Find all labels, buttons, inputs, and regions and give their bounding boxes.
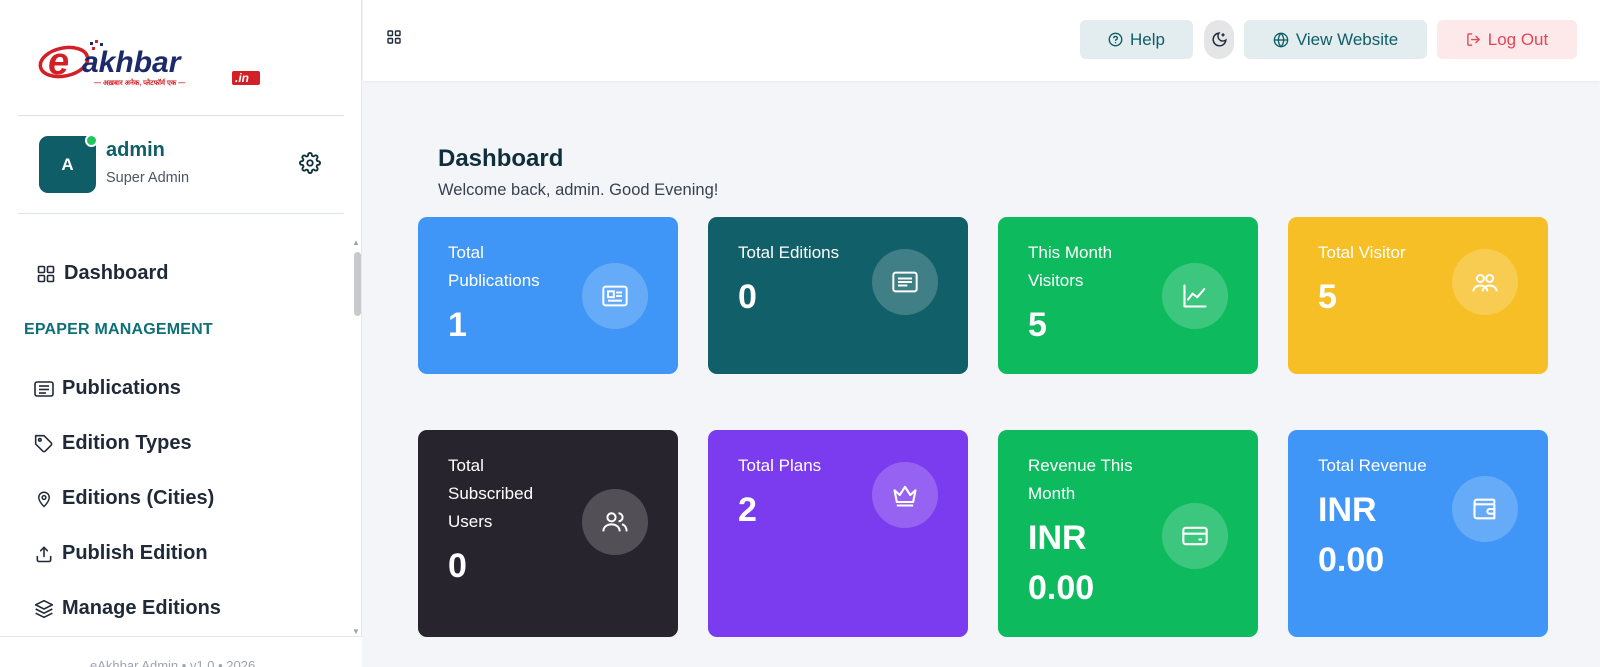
nav-section-epaper: EPAPER MANAGEMENT xyxy=(24,321,213,338)
stat-card-value: 1 xyxy=(448,306,467,344)
brand-name: akhbar xyxy=(82,46,183,79)
stat-card-value: INR 0.00 xyxy=(1318,491,1385,579)
sidebar-item-label: Publications xyxy=(62,377,181,399)
stat-card-label: Total Revenue xyxy=(1318,456,1427,475)
tag-icon xyxy=(34,434,54,454)
upload-icon xyxy=(34,544,54,564)
page-title: Dashboard xyxy=(438,145,564,172)
sidebar-item-publish-edition[interactable]: Publish Edition xyxy=(34,542,208,565)
help-label: Help xyxy=(1130,29,1165,49)
users-icon xyxy=(582,489,648,555)
scroll-up-arrow-icon[interactable]: ▲ xyxy=(352,238,360,247)
scrollbar-thumb[interactable] xyxy=(354,252,361,316)
stat-card-total-subscribed-users[interactable]: Total Subscribed Users 0 xyxy=(418,430,678,637)
view-website-label: View Website xyxy=(1295,29,1399,49)
sidebar-item-label: Dashboard xyxy=(64,262,169,284)
sidebar-item-edition-types[interactable]: Edition Types xyxy=(34,432,192,455)
wallet-icon xyxy=(1452,476,1518,542)
profile-settings-button[interactable] xyxy=(297,150,323,176)
topbar: Help View Website Log Out xyxy=(363,0,1600,81)
stat-card-label: Total Visitor xyxy=(1318,243,1406,262)
page-subtitle: Welcome back, admin. Good Evening! xyxy=(438,181,719,199)
gear-icon xyxy=(299,152,321,174)
brand-logo[interactable]: e akhbar — अख़बार अनेक, प्लेटफॉर्म एक — … xyxy=(38,38,268,90)
sidebar: e akhbar — अख़बार अनेक, प्लेटफॉर्म एक — … xyxy=(0,0,362,667)
list-icon xyxy=(872,249,938,315)
grid-icon xyxy=(387,30,401,44)
brand-logo-graphic: e akhbar — अख़बार अनेक, प्लेटफॉर्म एक — … xyxy=(38,40,260,87)
online-status-dot xyxy=(85,134,98,147)
sidebar-item-editions-cities[interactable]: Editions (Cities) xyxy=(34,487,214,510)
sidebar-scrollbar[interactable]: ▲ ▼ xyxy=(352,238,361,636)
stat-card-label: Total Editions xyxy=(738,243,840,262)
layers-icon xyxy=(34,599,54,619)
stat-card-total-revenue[interactable]: Total Revenue INR 0.00 xyxy=(1288,430,1548,637)
map-pin-icon xyxy=(34,489,54,509)
stat-card-value: 0 xyxy=(448,547,467,585)
globe-icon xyxy=(1273,31,1289,48)
avatar[interactable]: A xyxy=(39,134,98,193)
brand-letter-e: e xyxy=(48,41,69,83)
stat-card-value: 2 xyxy=(738,491,757,529)
moon-icon xyxy=(1212,32,1227,47)
theme-toggle-button[interactable] xyxy=(1204,20,1234,59)
dashboard-grid-icon xyxy=(36,264,56,284)
users-icon xyxy=(1452,249,1518,315)
scroll-down-arrow-icon[interactable]: ▼ xyxy=(352,627,360,636)
brand-tagline: — अख़बार अनेक, प्लेटफॉर्म एक — xyxy=(94,78,185,87)
help-circle-icon xyxy=(1108,32,1123,47)
profile-name: admin xyxy=(106,139,165,161)
trend-chart-icon xyxy=(1162,263,1228,329)
stat-card-value: 0 xyxy=(738,278,757,316)
sidebar-item-publications[interactable]: Publications xyxy=(34,377,181,400)
sidebar-item-label: Editions (Cities) xyxy=(62,487,215,509)
stat-card-total-visitor[interactable]: Total Visitor 5 xyxy=(1288,217,1548,374)
sidebar-item-manage-editions[interactable]: Manage Editions xyxy=(34,597,221,620)
stat-card-total-editions[interactable]: Total Editions 0 xyxy=(708,217,968,374)
newspaper-icon xyxy=(582,263,648,329)
stat-card-value: 5 xyxy=(1028,306,1047,344)
stat-card-label: Total Publications xyxy=(448,243,540,290)
sidebar-item-label: Manage Editions xyxy=(62,597,221,619)
stat-card-label: Total Subscribed Users xyxy=(448,456,534,531)
sidebar-item-label: Edition Types xyxy=(62,432,192,454)
sidebar-item-label: Publish Edition xyxy=(62,542,208,564)
brand-tld: .in xyxy=(235,71,249,85)
avatar-initial: A xyxy=(61,154,74,174)
stat-card-label: This Month Visitors xyxy=(1028,243,1113,290)
sidebar-divider xyxy=(18,115,344,116)
stat-card-this-month-visitors[interactable]: This Month Visitors 5 xyxy=(998,217,1258,374)
help-button[interactable]: Help xyxy=(1080,20,1193,59)
stat-card-label: Total Plans xyxy=(738,456,822,475)
sidebar-divider xyxy=(18,213,344,214)
sidebar-footer: eAkhbar Admin • v1.0 • 2026 xyxy=(0,636,362,667)
stat-card-label: Revenue This Month xyxy=(1028,456,1133,503)
sidebar-toggle-button[interactable] xyxy=(387,30,403,46)
logout-button[interactable]: Log Out xyxy=(1437,20,1577,59)
logout-label: Log Out xyxy=(1487,29,1549,49)
view-website-button[interactable]: View Website xyxy=(1244,20,1427,59)
newspaper-icon xyxy=(34,379,54,399)
stat-card-value: INR 0.00 xyxy=(1028,519,1095,607)
stat-card-value: 5 xyxy=(1318,278,1337,316)
footer-version-text: eAkhbar Admin • v1.0 • 2026 xyxy=(90,658,256,667)
sidebar-item-dashboard[interactable]: Dashboard xyxy=(36,262,168,285)
stat-card-total-publications[interactable]: Total Publications 1 xyxy=(418,217,678,374)
credit-card-icon xyxy=(1162,503,1228,569)
profile-role: Super Admin xyxy=(106,170,190,186)
stat-card-total-plans[interactable]: Total Plans 2 xyxy=(708,430,968,637)
logout-icon xyxy=(1466,33,1480,46)
stat-card-revenue-this-month[interactable]: Revenue This Month INR 0.00 xyxy=(998,430,1258,637)
crown-icon xyxy=(872,462,938,528)
